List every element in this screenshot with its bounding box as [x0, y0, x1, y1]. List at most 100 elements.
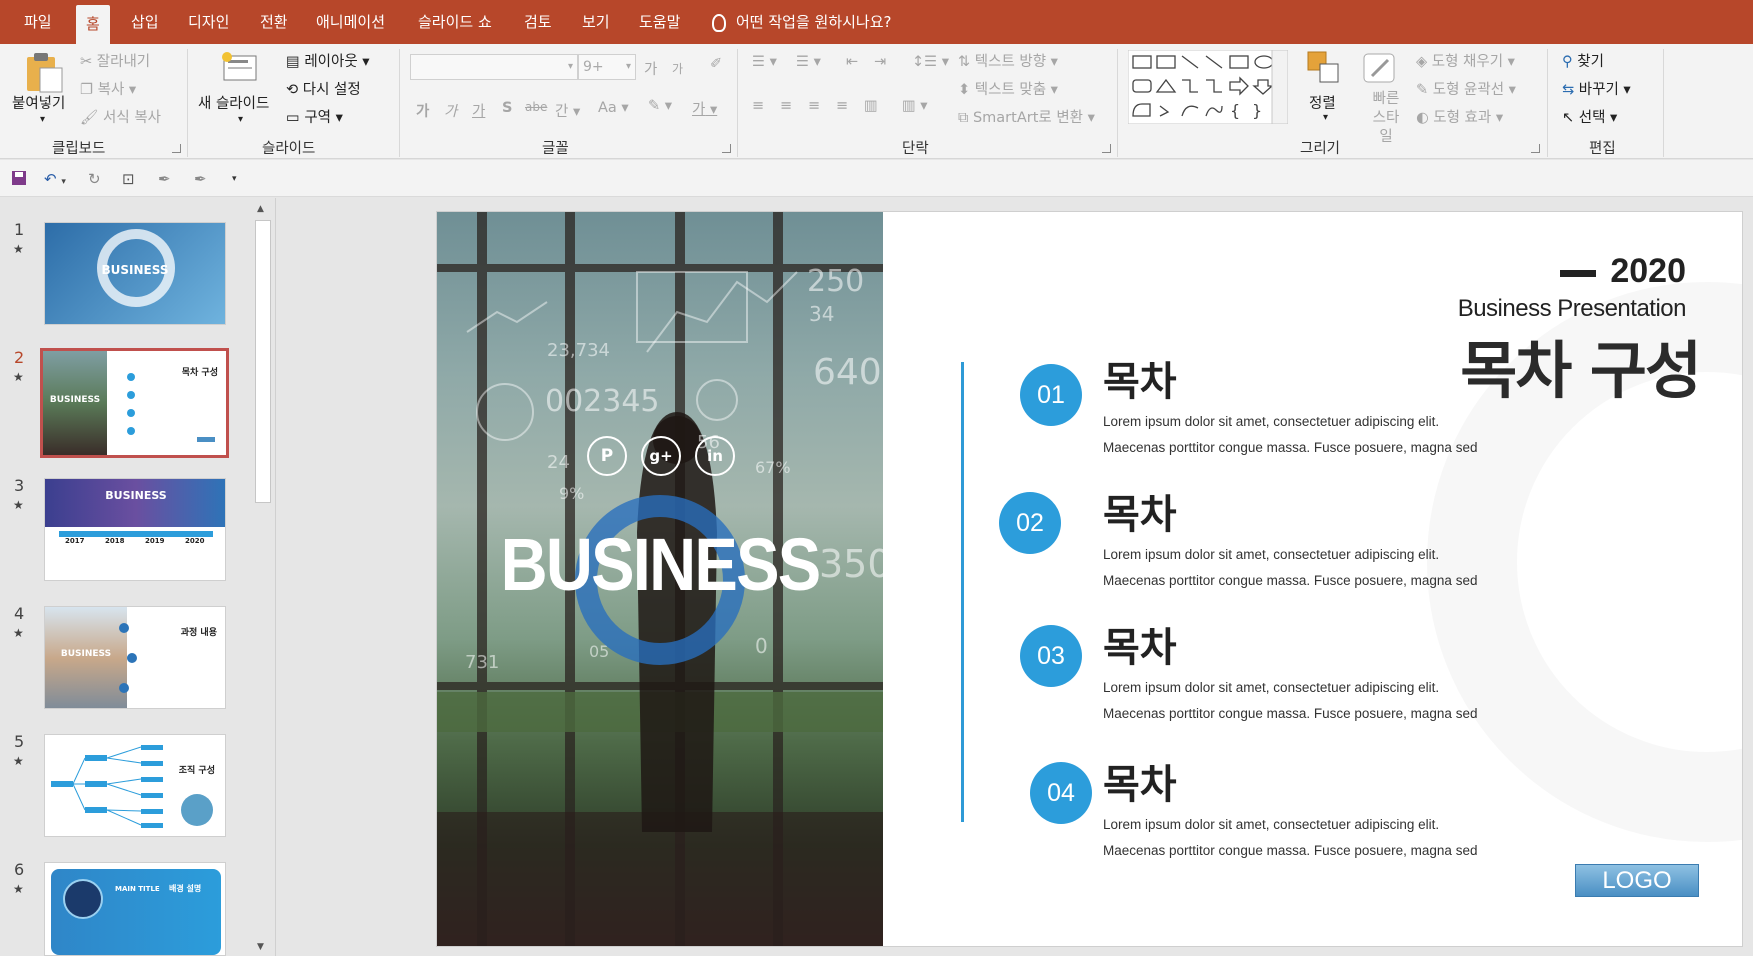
scrollbar-thumb[interactable]	[255, 220, 271, 503]
shrink-font-button[interactable]: 가	[672, 60, 683, 77]
arrange-button[interactable]: 정렬	[1309, 92, 1336, 113]
star-icon: ★	[13, 754, 24, 768]
paragraph-launcher[interactable]	[1102, 144, 1111, 153]
scroll-up-icon[interactable]: ▲	[257, 204, 264, 214]
group-label-editing: 편집	[1589, 141, 1616, 157]
bullets-button[interactable]: ☰ ▾	[752, 54, 777, 70]
increase-indent-icon[interactable]: ⇥	[874, 54, 886, 70]
separator	[399, 49, 400, 157]
highlight-button[interactable]: ✎ ▾	[648, 98, 672, 114]
effects-icon: ◐	[1416, 110, 1434, 126]
copy-button[interactable]: ❐ 복사 ▾	[80, 78, 136, 99]
change-case-button[interactable]: Aa ▾	[598, 100, 629, 116]
tab-file[interactable]: 파일	[14, 0, 62, 44]
clipboard-launcher[interactable]	[172, 144, 181, 153]
columns-button[interactable]: ▥ ▾	[902, 98, 928, 114]
replace-button[interactable]: ⇆ 바꾸기 ▾	[1562, 78, 1631, 99]
bold-button[interactable]: 가	[416, 100, 429, 121]
save-icon[interactable]	[11, 170, 27, 186]
italic-button[interactable]: 가	[444, 100, 457, 121]
thumbnail-slide-5[interactable]: 조직 구성	[44, 734, 226, 837]
shape-fill-button[interactable]: ◈ 도형 채우기 ▾	[1416, 50, 1515, 71]
tab-home[interactable]: 홈	[76, 5, 110, 44]
overlay-number: 67%	[755, 458, 791, 477]
tab-help[interactable]: 도움말	[629, 0, 690, 44]
decrease-indent-icon[interactable]: ⇤	[846, 54, 858, 70]
shape-effects-button[interactable]: ◐ 도형 효과 ▾	[1416, 106, 1503, 127]
slide-number: 6	[14, 860, 25, 879]
tab-slideshow[interactable]: 슬라이드 쇼	[408, 0, 502, 44]
redo-icon[interactable]: ↻	[88, 170, 101, 188]
select-button[interactable]: ↖ 선택 ▾	[1562, 106, 1617, 127]
overlay-number: 0	[755, 634, 768, 658]
star-icon: ★	[13, 242, 24, 256]
overlay-number: 640	[813, 352, 882, 393]
thumbnail-slide-2[interactable]: BUSINESS 목차 구성	[40, 348, 229, 458]
drawing-launcher[interactable]	[1531, 144, 1540, 153]
slide-canvas[interactable]: 250 34 23,734 002345 640 24 67% 9% 350 5…	[436, 211, 1743, 947]
section-button[interactable]: ▭ 구역 ▾	[286, 106, 343, 127]
distributed-icon[interactable]: ▥	[864, 98, 878, 114]
line-spacing-button[interactable]: ↕☰ ▾	[912, 54, 949, 70]
toc-item-text: Lorem ipsum dolor sit amet, consectetuer…	[1103, 817, 1440, 832]
text-direction-button[interactable]: ⇅ 텍스트 방향 ▾	[958, 50, 1058, 71]
svg-text:{: {	[1230, 101, 1240, 120]
slideshow-icon[interactable]: ⊡	[122, 170, 135, 188]
justify-icon[interactable]: ≡	[836, 98, 848, 114]
grow-font-button[interactable]: 가	[644, 58, 657, 79]
separator	[1663, 49, 1664, 157]
toc-badge: 03	[1020, 625, 1082, 687]
strikethrough-button[interactable]: abe	[525, 100, 547, 114]
customize-qat-icon[interactable]: ▾	[232, 174, 237, 184]
quick-access-toolbar: ↶ ▾ ↻ ⊡ ✒ ✒ ▾	[0, 160, 1753, 197]
thumbnail-slide-4[interactable]: BUSINESS 과정 내용	[44, 606, 226, 709]
overlay-number: 23,734	[547, 340, 610, 361]
scroll-down-icon[interactable]: ▼	[257, 942, 264, 952]
logo-badge: LOGO	[1575, 864, 1699, 897]
lightbulb-icon	[712, 13, 726, 32]
line-spacing-icon: ↕☰	[912, 54, 938, 70]
eyedropper-icon[interactable]: ✒	[158, 170, 171, 188]
tab-view[interactable]: 보기	[572, 0, 620, 44]
timeline-line	[961, 362, 964, 822]
thumbnail-slide-6[interactable]: MAIN TITLE 배경 설명	[44, 862, 226, 956]
font-name-field[interactable]: ▾	[410, 54, 578, 80]
tab-design[interactable]: 디자인	[178, 0, 239, 44]
numbering-icon: ☰	[796, 54, 809, 70]
char-spacing-button[interactable]: 간 ▾	[555, 100, 580, 121]
align-left-icon[interactable]: ≡	[752, 98, 764, 114]
paste-icon	[27, 53, 63, 93]
find-button[interactable]: ⚲ 찾기	[1562, 50, 1604, 71]
align-center-icon[interactable]: ≡	[780, 98, 792, 114]
layout-button[interactable]: ▤ 레이아웃 ▾	[286, 50, 370, 71]
undo-icon[interactable]: ↶ ▾	[44, 170, 66, 188]
thumbnail-slide-3[interactable]: BUSINESS 2017 2018 2019 2020	[44, 478, 226, 581]
shapes-gallery[interactable]: {}	[1128, 50, 1288, 124]
align-right-icon[interactable]: ≡	[808, 98, 820, 114]
thumbnail-slide-1[interactable]: BUSINESS	[44, 222, 226, 325]
align-text-button[interactable]: ⬍ 텍스트 맞춤 ▾	[958, 78, 1058, 99]
clear-format-icon[interactable]: ✐	[710, 56, 722, 72]
font-launcher[interactable]	[722, 144, 731, 153]
eyedropper-icon[interactable]: ✒	[194, 170, 207, 188]
quick-styles-button[interactable]: 빠른 스타일	[1366, 90, 1406, 147]
new-slide-button[interactable]: 새 슬라이드	[198, 92, 269, 113]
columns-icon: ▥	[902, 98, 916, 114]
toc-item-title: 목차	[1103, 492, 1177, 538]
cut-button[interactable]: ✂ 잘라내기	[80, 50, 150, 71]
tab-transitions[interactable]: 전환	[250, 0, 298, 44]
format-painter-button[interactable]: 🖌 서식 복사	[80, 106, 161, 127]
font-size-field[interactable]: 9+ ▾	[578, 54, 636, 80]
font-color-button[interactable]: 가 ▾	[692, 98, 717, 119]
paste-button[interactable]: 붙여넣기	[12, 92, 65, 113]
smartart-button[interactable]: ⧉ SmartArt로 변환 ▾	[958, 106, 1095, 127]
tab-review[interactable]: 검토	[514, 0, 562, 44]
shadow-button[interactable]: S	[502, 100, 512, 116]
tab-insert[interactable]: 삽입	[121, 0, 169, 44]
shape-outline-button[interactable]: ✎ 도형 윤곽선 ▾	[1416, 78, 1516, 99]
tell-me-box[interactable]: 어떤 작업을 원하시나요?	[712, 0, 892, 44]
reset-button[interactable]: ⟲ 다시 설정	[286, 78, 361, 99]
numbering-button[interactable]: ☰ ▾	[796, 54, 821, 70]
underline-button[interactable]: 가	[472, 100, 485, 121]
tab-animations[interactable]: 애니메이션	[306, 0, 395, 44]
